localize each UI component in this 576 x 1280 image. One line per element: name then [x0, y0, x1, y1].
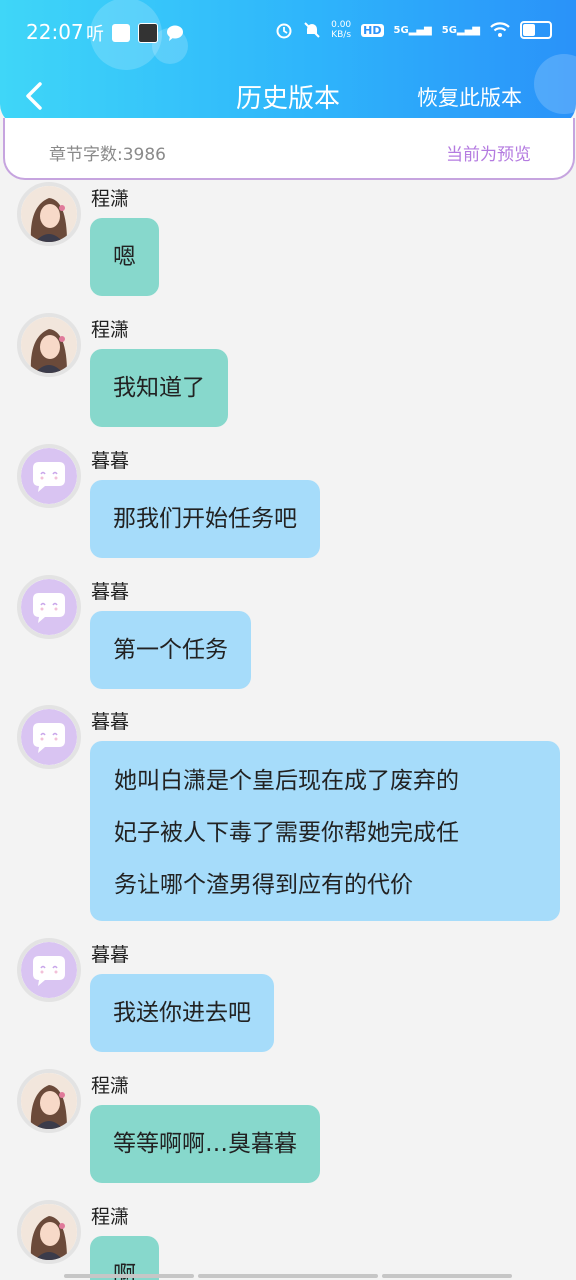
gesture-bar: [382, 1274, 512, 1278]
mute-bell-icon: [304, 22, 320, 38]
app-notification-icon: [138, 23, 158, 43]
status-left-icons: 听: [86, 20, 184, 46]
app-notification-icon: [112, 24, 130, 42]
hd-icon: HD: [361, 23, 384, 37]
bot-avatar[interactable]: [17, 938, 81, 1002]
chat-bubble-icon: [167, 25, 183, 41]
message-bubble: 那我们开始任务吧: [90, 480, 320, 558]
user-avatar-image: [21, 186, 77, 242]
preview-status: 当前为预览: [446, 145, 531, 165]
message-line: 妃子被人下毒了需要你帮她完成任: [114, 820, 459, 846]
gesture-bar: [64, 1274, 194, 1278]
chat-face-icon: [21, 579, 77, 635]
user-avatar[interactable]: [17, 182, 81, 246]
sender-name: 暮暮: [91, 581, 130, 603]
listen-icon: 听: [86, 24, 104, 45]
sender-name: 程潇: [91, 188, 130, 210]
net-speed-text: 0.00 KB/s: [331, 20, 352, 40]
bot-avatar[interactable]: [17, 444, 81, 508]
chat-face-icon: [21, 942, 77, 998]
sender-name: 程潇: [91, 1075, 130, 1097]
user-avatar[interactable]: [17, 1200, 81, 1264]
user-avatar-image: [21, 317, 77, 373]
restore-version-button[interactable]: 恢复此版本: [417, 82, 522, 112]
message-bubble: 等等啊啊…臭暮暮: [90, 1105, 320, 1183]
message-bubble: 我知道了: [90, 349, 228, 427]
user-avatar[interactable]: [17, 1069, 81, 1133]
message-bubble: 第一个任务: [90, 611, 251, 689]
app-header: 22:07 听 0.00 KB/s HD 5G▂▄▆ 5G▂▄▆ 历史版本 恢复此…: [0, 0, 576, 126]
user-avatar-image: [21, 1204, 77, 1260]
sender-name: 暮暮: [91, 450, 130, 472]
message-line: 务让哪个渣男得到应有的代价: [114, 872, 413, 898]
status-time: 22:07: [26, 20, 84, 44]
wifi-icon: [490, 22, 510, 37]
signal-5g-icon: 5G▂▄▆: [393, 24, 432, 36]
chapter-info-card: 章节字数:3986 当前为预览: [3, 118, 575, 180]
nav-bar: 历史版本 恢复此版本: [0, 70, 576, 122]
signal-5g-icon: 5G▂▄▆: [441, 24, 480, 36]
sender-name: 暮暮: [91, 711, 130, 733]
chapter-word-count: 章节字数:3986: [49, 145, 166, 165]
bot-avatar[interactable]: [17, 705, 81, 769]
status-bar: 22:07 听 0.00 KB/s HD 5G▂▄▆ 5G▂▄▆: [0, 14, 576, 50]
gesture-bar: [198, 1274, 378, 1278]
message-bubble: 她叫白潇是个皇后现在成了废弃的 妃子被人下毒了需要你帮她完成任 务让哪个渣男得到…: [90, 741, 560, 921]
alarm-icon: [276, 23, 292, 39]
sender-name: 程潇: [91, 319, 130, 341]
message-bubble: 我送你进去吧: [90, 974, 274, 1052]
sender-name: 暮暮: [91, 944, 130, 966]
status-right-icons: 0.00 KB/s HD 5G▂▄▆ 5G▂▄▆: [275, 20, 552, 40]
battery-icon: [520, 21, 552, 39]
user-avatar[interactable]: [17, 313, 81, 377]
message-line: 她叫白潇是个皇后现在成了废弃的: [114, 768, 459, 794]
chat-face-icon: [21, 448, 77, 504]
user-avatar-image: [21, 1073, 77, 1129]
chat-face-icon: [21, 709, 77, 765]
bot-avatar[interactable]: [17, 575, 81, 639]
sender-name: 程潇: [91, 1206, 130, 1228]
message-bubble: 嗯: [90, 218, 159, 296]
